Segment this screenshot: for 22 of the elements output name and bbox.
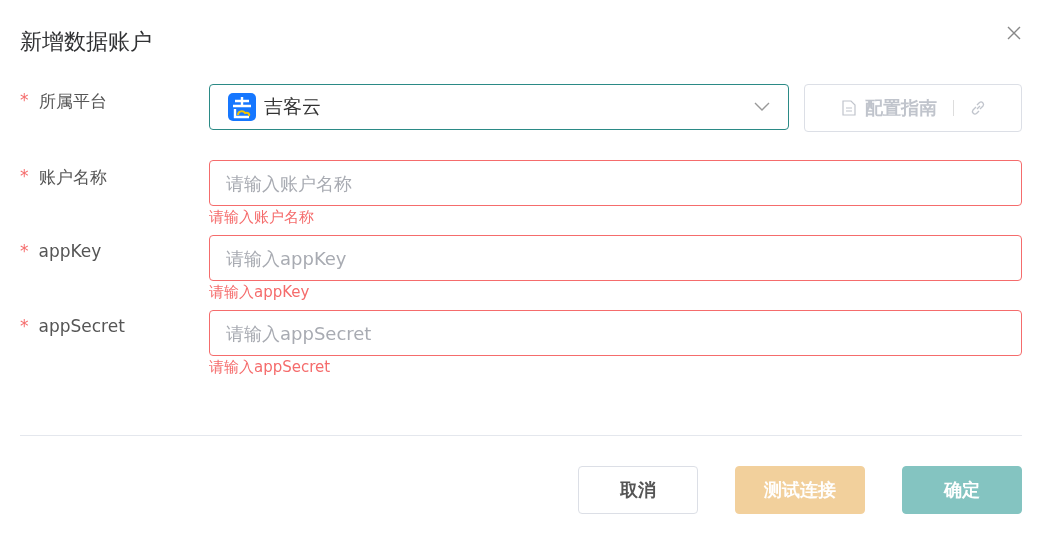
field-label: appSecret [38, 316, 125, 336]
caret-icon [754, 102, 770, 112]
link-icon [969, 100, 986, 116]
error-message: 请输入appSecret [209, 358, 332, 377]
dialog-title: 新增数据账户 [20, 28, 152, 56]
cancel-button[interactable]: 取消 [578, 466, 698, 514]
field-label: 所属平台 [38, 90, 107, 113]
error-message: 请输入账户名称 [209, 208, 315, 227]
required-asterisk: * [20, 90, 29, 112]
required-asterisk: * [20, 316, 29, 336]
text-input-field[interactable]: 请输入账户名称 [209, 160, 1022, 206]
text-input-field[interactable]: 请输入appKey [209, 235, 1022, 281]
text-input-field[interactable]: 请输入appSecret [209, 310, 1022, 356]
field-label: 账户名称 [38, 166, 107, 189]
required-asterisk: * [20, 241, 29, 261]
document-icon [840, 100, 857, 116]
field-label: appKey [38, 241, 102, 261]
app-logo-icon [228, 93, 256, 121]
required-asterisk: * [20, 166, 29, 188]
error-message: 请输入appKey [209, 283, 311, 302]
platform-select[interactable]: 吉客云 [209, 84, 789, 130]
close-icon[interactable] [1006, 25, 1022, 41]
